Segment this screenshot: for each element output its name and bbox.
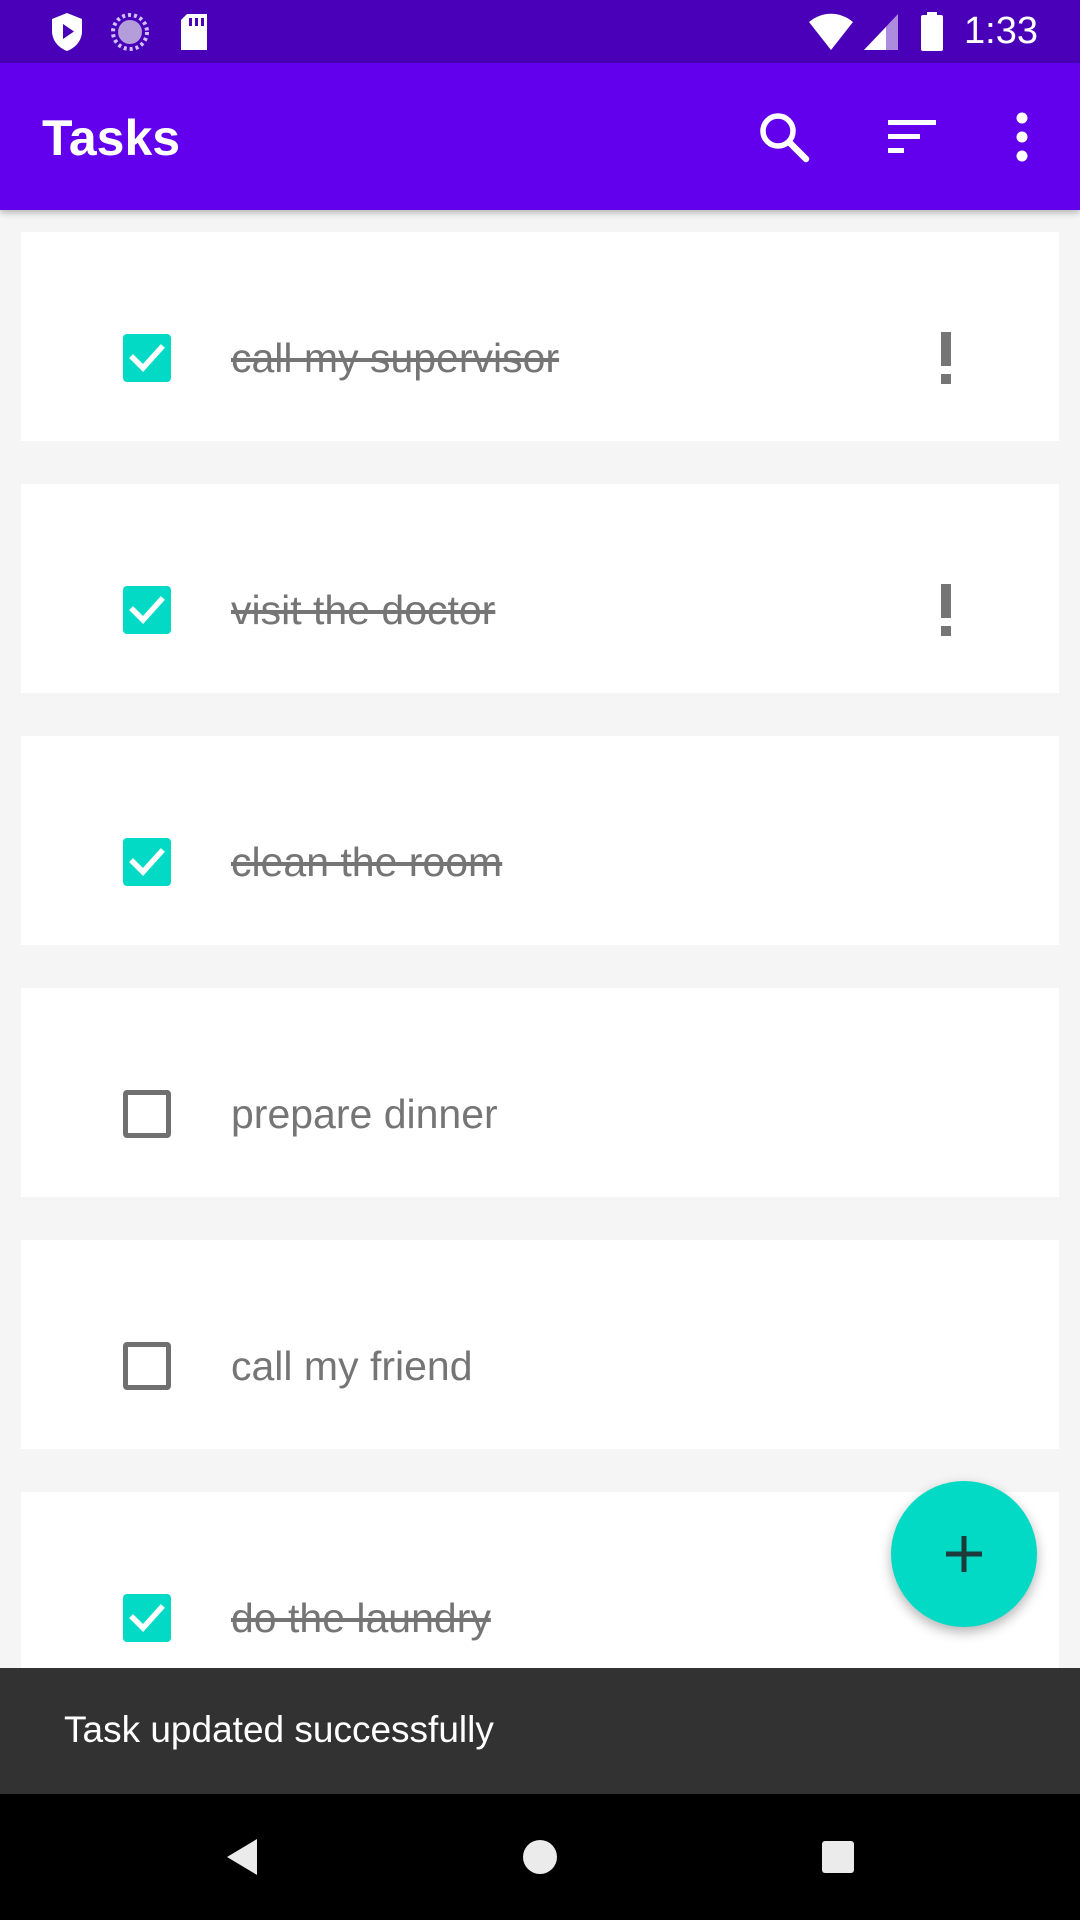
status-bar: 1:33: [0, 0, 1080, 63]
task-checkbox[interactable]: [123, 1342, 171, 1390]
check-icon: [129, 344, 165, 372]
add-task-button[interactable]: [891, 1481, 1037, 1627]
task-label: call my supervisor: [231, 335, 560, 381]
task-card[interactable]: visit the doctor: [21, 484, 1059, 693]
status-time: 1:33: [964, 10, 1038, 52]
priority-high-icon: [937, 332, 955, 384]
check-icon: [129, 596, 165, 624]
priority-high-icon: [937, 584, 955, 636]
snackbar-message: Task updated successfully: [64, 1709, 494, 1750]
task-list[interactable]: call my supervisor visit the doctor clea…: [0, 210, 1080, 1668]
task-label: prepare dinner: [231, 1091, 498, 1137]
more-options-button[interactable]: [990, 105, 1054, 169]
task-checkbox[interactable]: [123, 838, 171, 886]
task-card[interactable]: call my supervisor: [21, 232, 1059, 441]
signal-icon: [862, 12, 900, 52]
battery-icon: [920, 12, 944, 52]
task-checkbox[interactable]: [123, 1090, 171, 1138]
page-title: Tasks: [42, 110, 181, 166]
task-checkbox[interactable]: [123, 586, 171, 634]
home-button[interactable]: [510, 1827, 570, 1887]
check-icon: [129, 848, 165, 876]
task-card[interactable]: prepare dinner: [21, 988, 1059, 1197]
sd-card-icon: [178, 12, 210, 52]
back-icon: [227, 1839, 257, 1875]
sort-button[interactable]: [880, 105, 944, 169]
system-nav-bar: [0, 1794, 1080, 1920]
task-checkbox[interactable]: [123, 1594, 171, 1642]
task-label: visit the doctor: [231, 587, 496, 633]
task-card[interactable]: clean the room: [21, 736, 1059, 945]
task-label: call my friend: [231, 1343, 473, 1389]
sync-icon: [110, 12, 150, 52]
task-label: do the laundry: [231, 1595, 491, 1641]
app-bar: Tasks: [0, 63, 1080, 210]
snackbar: Task updated successfully: [0, 1668, 1080, 1794]
play-protect-icon: [50, 12, 84, 52]
sort-icon: [888, 120, 936, 153]
add-icon: [946, 1536, 982, 1572]
more-vert-icon: [1016, 112, 1028, 162]
task-card[interactable]: call my friend: [21, 1240, 1059, 1449]
search-button[interactable]: [752, 105, 816, 169]
recents-icon: [822, 1841, 854, 1873]
back-button[interactable]: [212, 1827, 272, 1887]
task-checkbox[interactable]: [123, 334, 171, 382]
home-icon: [523, 1840, 557, 1874]
check-icon: [129, 1604, 165, 1632]
recents-button[interactable]: [808, 1827, 868, 1887]
task-label: clean the room: [231, 839, 503, 885]
search-icon: [760, 113, 810, 163]
wifi-icon: [808, 12, 854, 52]
